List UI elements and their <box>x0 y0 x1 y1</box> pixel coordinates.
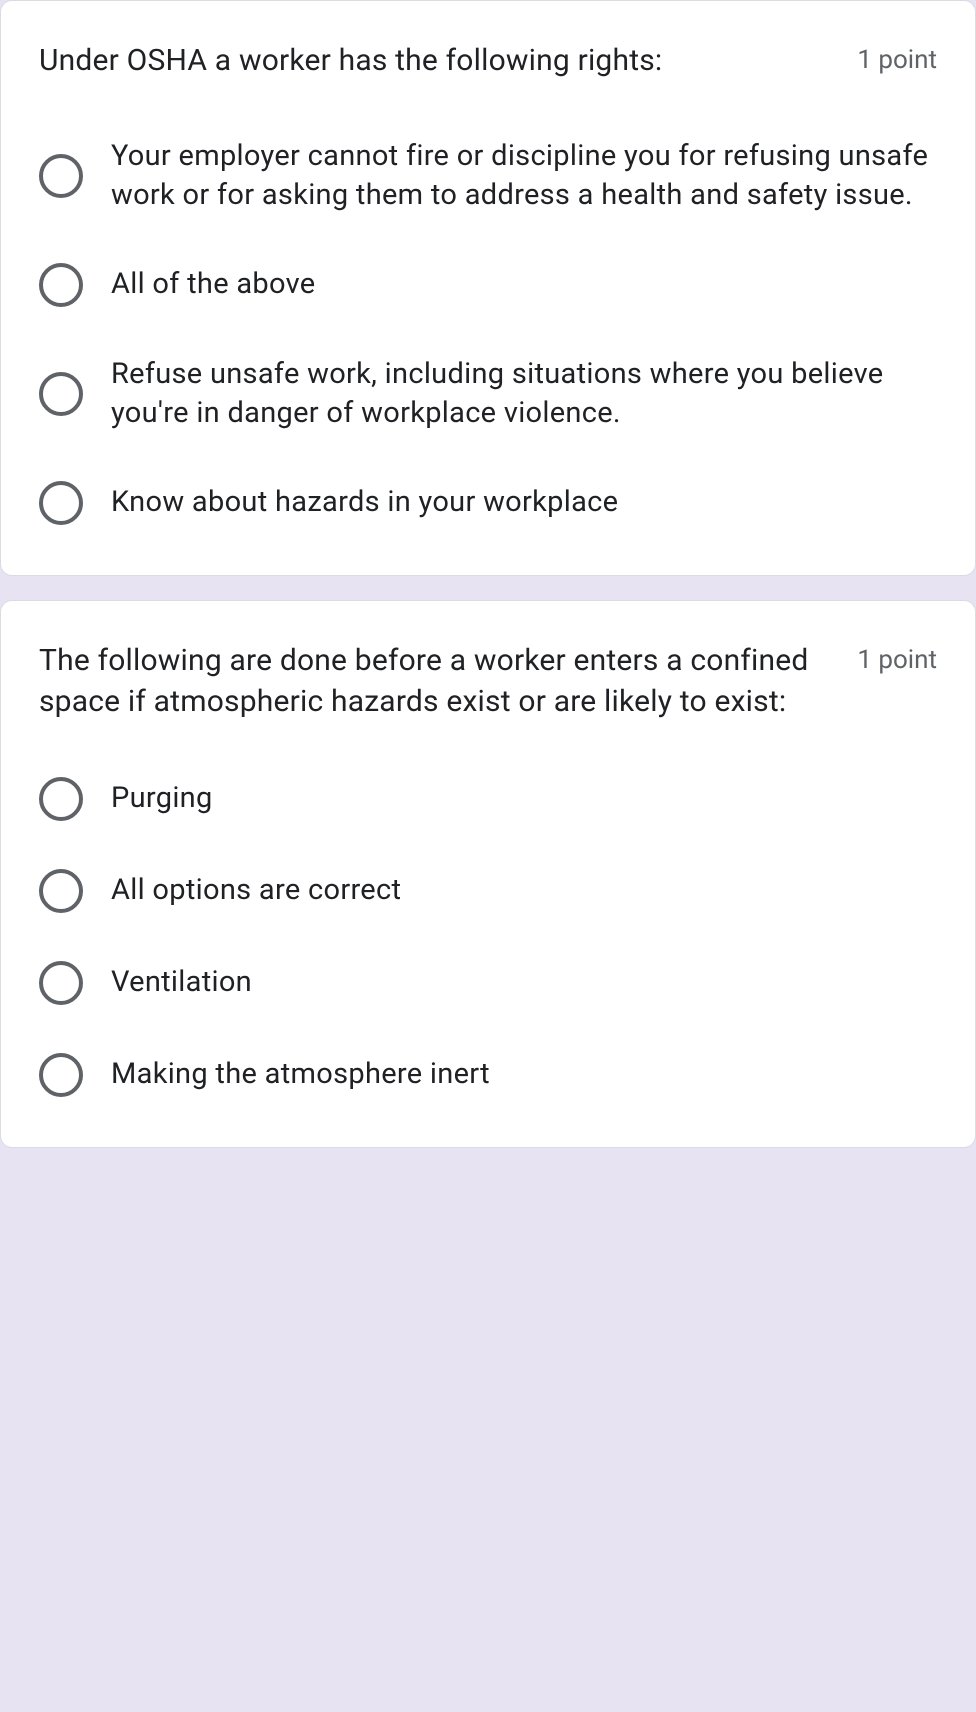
option-row[interactable]: All of the above <box>39 263 937 307</box>
radio-unchecked-icon[interactable] <box>39 1053 83 1097</box>
option-row[interactable]: Refuse unsafe work, including situations… <box>39 355 937 433</box>
radio-unchecked-icon[interactable] <box>39 961 83 1005</box>
radio-unchecked-icon[interactable] <box>39 372 83 416</box>
option-label: Know about hazards in your workplace <box>111 483 618 522</box>
option-label: Your employer cannot fire or discipline … <box>111 137 937 215</box>
option-row[interactable]: Purging <box>39 777 937 821</box>
radio-unchecked-icon[interactable] <box>39 869 83 913</box>
option-row[interactable]: All options are correct <box>39 869 937 913</box>
radio-unchecked-icon[interactable] <box>39 154 83 198</box>
option-label: Ventilation <box>111 963 252 1002</box>
radio-unchecked-icon[interactable] <box>39 263 83 307</box>
option-label: Refuse unsafe work, including situations… <box>111 355 937 433</box>
question-card: The following are done before a worker e… <box>0 600 976 1148</box>
option-row[interactable]: Ventilation <box>39 961 937 1005</box>
radio-unchecked-icon[interactable] <box>39 481 83 525</box>
option-label: Making the atmosphere inert <box>111 1055 490 1094</box>
options-list: Purging All options are correct Ventilat… <box>39 777 937 1097</box>
options-list: Your employer cannot fire or discipline … <box>39 137 937 526</box>
option-label: All of the above <box>111 265 316 304</box>
option-row[interactable]: Your employer cannot fire or discipline … <box>39 137 937 215</box>
option-label: All options are correct <box>111 871 401 910</box>
question-title: Under OSHA a worker has the following ri… <box>39 41 827 82</box>
option-row[interactable]: Know about hazards in your workplace <box>39 481 937 525</box>
question-card: Under OSHA a worker has the following ri… <box>0 0 976 576</box>
question-header: The following are done before a worker e… <box>39 641 937 722</box>
question-title: The following are done before a worker e… <box>39 641 827 722</box>
option-row[interactable]: Making the atmosphere inert <box>39 1053 937 1097</box>
points-label: 1 point <box>857 645 937 675</box>
option-label: Purging <box>111 779 213 818</box>
question-header: Under OSHA a worker has the following ri… <box>39 41 937 82</box>
radio-unchecked-icon[interactable] <box>39 777 83 821</box>
points-label: 1 point <box>857 45 937 75</box>
